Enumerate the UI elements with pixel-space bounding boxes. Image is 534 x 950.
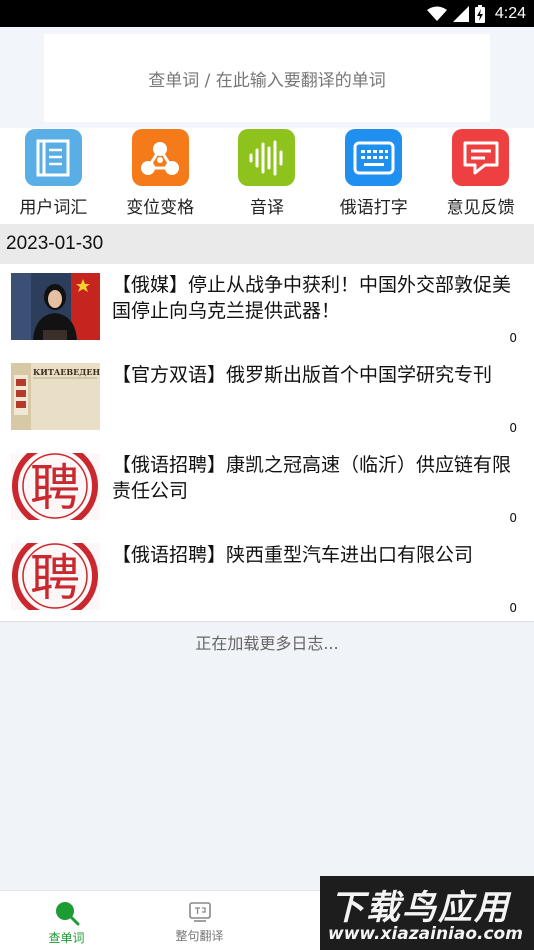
tab-sentence-translation[interactable]: 整句翻译 xyxy=(133,891,266,950)
news-item[interactable]: 聘 【俄语招聘】陕西重型汽车进出口有限公司 0 xyxy=(0,534,534,624)
tab-lookup-word[interactable]: 查单词 xyxy=(0,891,133,950)
wifi-icon xyxy=(426,6,447,21)
search-input[interactable]: 查单词 / 在此输入要翻译的单词 xyxy=(44,34,490,122)
news-view-count: 0 xyxy=(509,331,517,345)
quick-nav-label: 俄语打字 xyxy=(339,198,408,218)
quick-nav-label: 变位变格 xyxy=(126,198,195,218)
news-view-count: 0 xyxy=(509,421,517,435)
tab-label: 整句翻译 xyxy=(175,929,224,943)
news-title: 【俄媒】停止从战争中获利！中国外交部敦促美国停止向乌克兰提供武器！ xyxy=(112,274,512,322)
tab-label: 查单词 xyxy=(48,931,85,945)
news-thumbnail-press-photo xyxy=(11,273,100,340)
search-placeholder: 查单词 / 在此输入要翻译的单词 xyxy=(148,70,386,91)
news-thumbnail-hiring-stamp: 聘 xyxy=(11,453,100,520)
book-icon xyxy=(24,129,82,186)
load-more-text: 正在加载更多日志... xyxy=(195,634,339,653)
quick-nav-transliteration[interactable]: 音译 xyxy=(214,128,321,224)
quick-nav: 用户词汇 变位变格 音译 俄语打字 意见反馈 xyxy=(0,128,534,224)
feedback-icon xyxy=(452,129,510,186)
news-thumbnail-hiring-stamp: 聘 xyxy=(11,543,100,610)
watermark-url: www.xiazainiao.com xyxy=(328,924,523,944)
share-nodes-icon xyxy=(131,129,189,186)
status-time: 4:24 xyxy=(494,4,526,22)
sound-wave-icon xyxy=(238,129,296,186)
date-header: 2023-01-30 xyxy=(0,224,534,264)
watermark: 下载鸟应用 www.xiazainiao.com xyxy=(320,876,534,950)
search-area: 查单词 / 在此输入要翻译的单词 xyxy=(0,27,534,128)
news-item[interactable]: КИТАЕВЕДЕНИЕ 【官方双语】俄罗斯出版首个中国学研究专刊 0 xyxy=(0,354,534,444)
news-title: 【官方双语】俄罗斯出版首个中国学研究专刊 xyxy=(112,364,493,386)
news-thumbnail-book-cover: КИТАЕВЕДЕНИЕ xyxy=(11,363,100,430)
quick-nav-label: 音译 xyxy=(249,198,284,218)
news-view-count: 0 xyxy=(509,601,517,615)
book-cover-title: КИТАЕВЕДЕНИЕ xyxy=(33,367,100,377)
signal-icon xyxy=(452,5,469,22)
hiring-stamp-text: 聘 xyxy=(30,549,80,607)
news-item[interactable]: 聘 【俄语招聘】康凯之冠高速（临沂）供应链有限责任公司 0 xyxy=(0,444,534,534)
news-title: 【俄语招聘】陕西重型汽车进出口有限公司 xyxy=(112,544,474,566)
translate-icon xyxy=(188,902,211,922)
battery-icon xyxy=(474,4,485,23)
quick-nav-user-vocabulary[interactable]: 用户词汇 xyxy=(0,128,107,224)
news-title: 【俄语招聘】康凯之冠高速（临沂）供应链有限责任公司 xyxy=(112,454,512,502)
news-view-count: 0 xyxy=(509,511,517,525)
quick-nav-russian-typing[interactable]: 俄语打字 xyxy=(320,128,427,224)
quick-nav-conjugation[interactable]: 变位变格 xyxy=(107,128,214,224)
quick-nav-label: 意见反馈 xyxy=(446,198,515,218)
hiring-stamp-text: 聘 xyxy=(30,459,80,517)
date-label: 2023-01-30 xyxy=(6,233,104,254)
status-bar: 4:24 xyxy=(0,0,534,27)
quick-nav-label: 用户词汇 xyxy=(19,198,88,218)
quick-nav-feedback[interactable]: 意见反馈 xyxy=(427,128,534,224)
watermark-title: 下载鸟应用 xyxy=(330,888,510,928)
search-icon xyxy=(55,902,79,926)
news-list: 【俄媒】停止从战争中获利！中国外交部敦促美国停止向乌克兰提供武器！ 0 КИТА… xyxy=(0,264,534,622)
news-item[interactable]: 【俄媒】停止从战争中获利！中国外交部敦促美国停止向乌克兰提供武器！ 0 xyxy=(0,264,534,354)
keyboard-icon xyxy=(345,129,403,186)
